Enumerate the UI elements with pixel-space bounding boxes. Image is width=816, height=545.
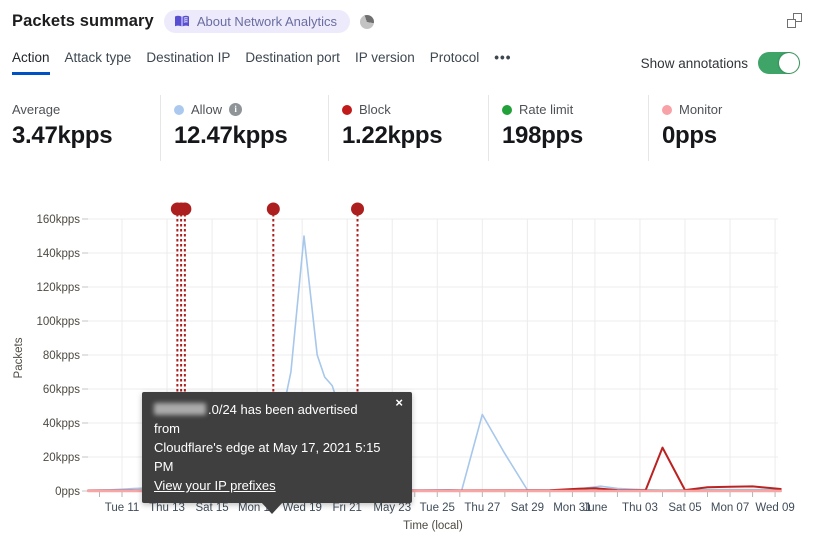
page-title: Packets summary [12,12,154,30]
svg-text:Thu 13: Thu 13 [149,502,185,514]
stat-monitor: Monitor 0pps [648,95,808,161]
svg-text:Sat 05: Sat 05 [668,502,701,514]
rate-limit-dot-icon [502,104,512,115]
svg-text:Wed 09: Wed 09 [755,502,794,514]
stat-block-value: 1.22kpps [342,122,443,149]
svg-text:Wed 19: Wed 19 [282,502,321,514]
tooltip-caret [261,502,283,514]
show-annotations-control: Show annotations [641,52,800,74]
tab-bar-row: Action Attack type Destination IP Destin… [12,50,800,75]
svg-text:Thu 03: Thu 03 [622,502,658,514]
svg-text:May 23: May 23 [373,502,411,514]
tab-action[interactable]: Action [12,50,50,75]
svg-text:Sat 29: Sat 29 [511,502,544,514]
tab-destination-port[interactable]: Destination port [245,50,340,75]
svg-text:Sat 15: Sat 15 [195,502,228,514]
svg-text:Thu 27: Thu 27 [464,502,500,514]
tooltip-close-icon[interactable]: × [395,396,403,410]
svg-text:Packets: Packets [13,337,25,378]
annotation-tooltip: × .0/24 has been advertised from Cloudfl… [142,392,412,514]
stat-monitor-label: Monitor [679,102,723,117]
monitor-dot-icon [662,104,672,115]
svg-text:0pps: 0pps [55,486,80,498]
stat-average: Average 3.47kpps [12,95,160,161]
show-annotations-toggle[interactable] [758,52,800,74]
status-pie-icon[interactable] [360,14,375,29]
tab-protocol[interactable]: Protocol [430,50,480,75]
stat-block-label: Block [359,102,391,117]
allow-dot-icon [174,104,184,115]
svg-text:20kpps: 20kpps [43,452,80,464]
tab-ip-version[interactable]: IP version [355,50,415,75]
info-icon[interactable]: i [229,103,243,116]
svg-text:120kpps: 120kpps [37,282,81,294]
svg-text:140kpps: 140kpps [37,248,81,260]
show-annotations-label: Show annotations [640,55,748,71]
svg-text:160kpps: 160kpps [37,214,81,226]
svg-text:40kpps: 40kpps [43,418,80,430]
block-dot-icon [342,104,352,115]
stat-average-value: 3.47kpps [12,122,113,149]
stat-rate-limit: Rate limit 198pps [488,95,648,161]
book-icon [174,15,190,28]
stat-allow-label: Allow [191,102,223,117]
svg-text:Fri 21: Fri 21 [332,502,361,514]
tooltip-line2: Cloudflare's edge at May 17, 2021 5:15 P… [154,440,381,474]
header: Packets summary About Network Analytics [12,10,802,33]
tab-attack-type[interactable]: Attack type [65,50,132,75]
stat-average-label: Average [12,102,61,117]
stat-rate-limit-label: Rate limit [519,102,574,117]
svg-text:60kpps: 60kpps [43,384,80,396]
popout-icon[interactable] [787,13,802,28]
svg-text:Time (local): Time (local) [403,520,463,532]
about-network-analytics-badge[interactable]: About Network Analytics [163,10,351,33]
stat-allow-value: 12.47kpps [174,122,288,149]
stat-block: Block 1.22kpps [328,95,488,161]
about-badge-label: About Network Analytics [196,14,338,29]
svg-text:100kpps: 100kpps [37,316,81,328]
stat-monitor-value: 0pps [662,122,717,149]
svg-text:Tue 25: Tue 25 [420,502,455,514]
network-analytics-panel: Packets summary About Network Analytics … [0,0,816,545]
packets-chart: 0pps 20kpps 40kpps 60kpps 80kpps 100kpps 120kp… [0,195,816,545]
tabs-more-button[interactable]: ••• [494,50,511,75]
tab-destination-ip[interactable]: Destination IP [146,50,230,75]
svg-text:Mon 07: Mon 07 [711,502,749,514]
svg-text:June: June [582,502,607,514]
stats-row: Average 3.47kpps Allow i 12.47kpps Block… [12,95,816,161]
stat-rate-limit-value: 198pps [502,122,583,149]
redacted-ip-prefix [154,403,206,415]
view-ip-prefixes-link[interactable]: View your IP prefixes [154,478,276,493]
tooltip-text: .0/24 has been advertised from Cloudflar… [154,402,381,493]
stat-allow: Allow i 12.47kpps [160,95,328,161]
svg-text:Tue 11: Tue 11 [105,502,140,514]
toggle-knob [779,53,799,73]
tab-bar: Action Attack type Destination IP Destin… [12,50,511,75]
svg-text:80kpps: 80kpps [43,350,80,362]
